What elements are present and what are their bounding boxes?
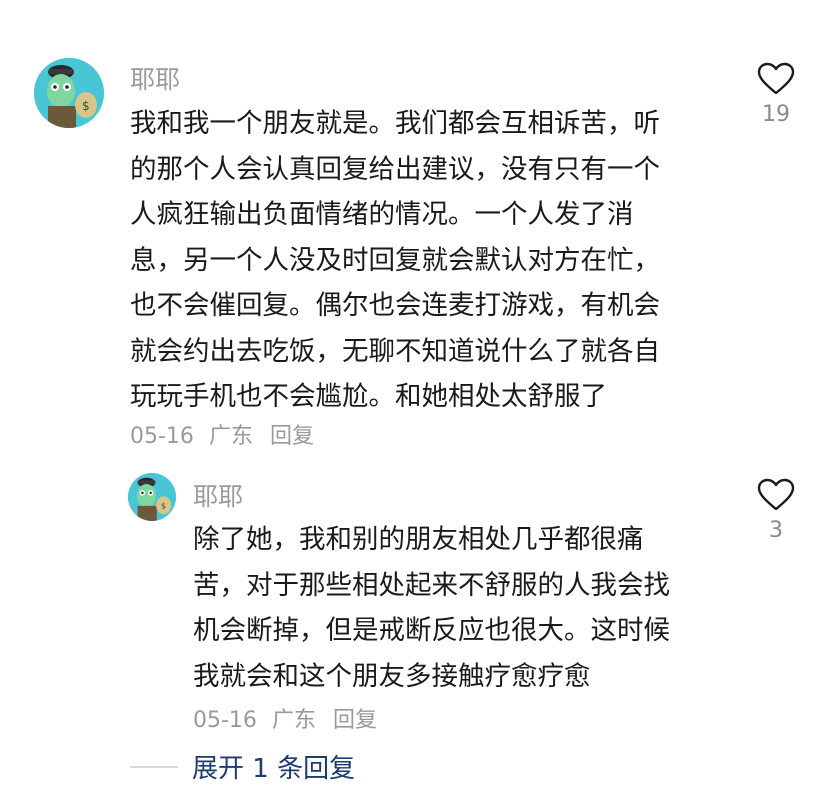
comment-line: 玩玩手机也不会尴尬。和她相处太舒服了 <box>130 381 607 412</box>
comment-line: 人疯狂输出负面情绪的情况。一个人发了消 <box>130 199 634 230</box>
reply-like-count: 3 <box>769 518 783 543</box>
reply-button[interactable]: 回复 <box>270 424 314 449</box>
heart-outline-icon <box>757 62 795 95</box>
reply-meta: 05-16 广东 回复 <box>193 702 377 734</box>
reply-like-button[interactable]: 3 <box>751 478 801 543</box>
comment-location: 广东 <box>208 424 253 449</box>
comment-line: 我和我一个朋友就是。我们都会互相诉苦，听 <box>130 108 660 139</box>
reply-line: 苦，对于那些相处起来不舒服的人我会找 <box>193 569 670 601</box>
reply-text: 除了她，我和别的朋友相处几乎都很痛 苦，对于那些相处起来不舒服的人我会找 机会断… <box>193 517 670 699</box>
comment-username[interactable]: 耶耶 <box>130 60 180 96</box>
comment-line: 的那个人会认真回复给出建议，没有只有一个 <box>130 153 660 185</box>
expand-replies-label: 展开 1 条回复 <box>192 754 356 784</box>
comment-line: 就会约出去吃饭，无聊不知道说什么了就各自 <box>130 335 660 367</box>
heart-outline-icon <box>757 478 795 511</box>
avatar-image: $ <box>128 473 176 521</box>
avatar[interactable]: $ <box>34 58 104 128</box>
reply-to-reply-button[interactable]: 回复 <box>333 708 377 733</box>
reply-location: 广东 <box>271 708 316 733</box>
expand-replies-button[interactable]: 展开 1 条回复 <box>130 748 355 785</box>
expand-divider <box>130 765 178 768</box>
avatar-image: $ <box>34 58 104 128</box>
like-button[interactable]: 19 <box>751 62 801 127</box>
like-count: 19 <box>762 102 790 127</box>
reply-line: 机会断掉，但是戒断反应也很大。这时候 <box>193 615 670 646</box>
reply-date: 05-16 <box>193 708 257 733</box>
reply-line: 我就会和这个朋友多接触疗愈疗愈 <box>193 660 591 692</box>
comment-meta: 05-16 广东 回复 <box>130 418 314 450</box>
reply-username[interactable]: 耶耶 <box>193 477 243 513</box>
comment-date: 05-16 <box>130 424 194 449</box>
comment-line: 也不会催回复。偶尔也会连麦打游戏，有机会 <box>130 290 660 321</box>
reply-line: 除了她，我和别的朋友相处几乎都很痛 <box>193 524 644 555</box>
svg-text:$: $ <box>82 99 90 113</box>
reply-avatar[interactable]: $ <box>128 473 176 521</box>
svg-text:$: $ <box>161 501 166 511</box>
comment-text: 我和我一个朋友就是。我们都会互相诉苦，听 的那个人会认真回复给出建议，没有只有一… <box>130 101 660 420</box>
comment-line: 息，另一个人没及时回复就会默认对方在忙， <box>130 244 660 276</box>
